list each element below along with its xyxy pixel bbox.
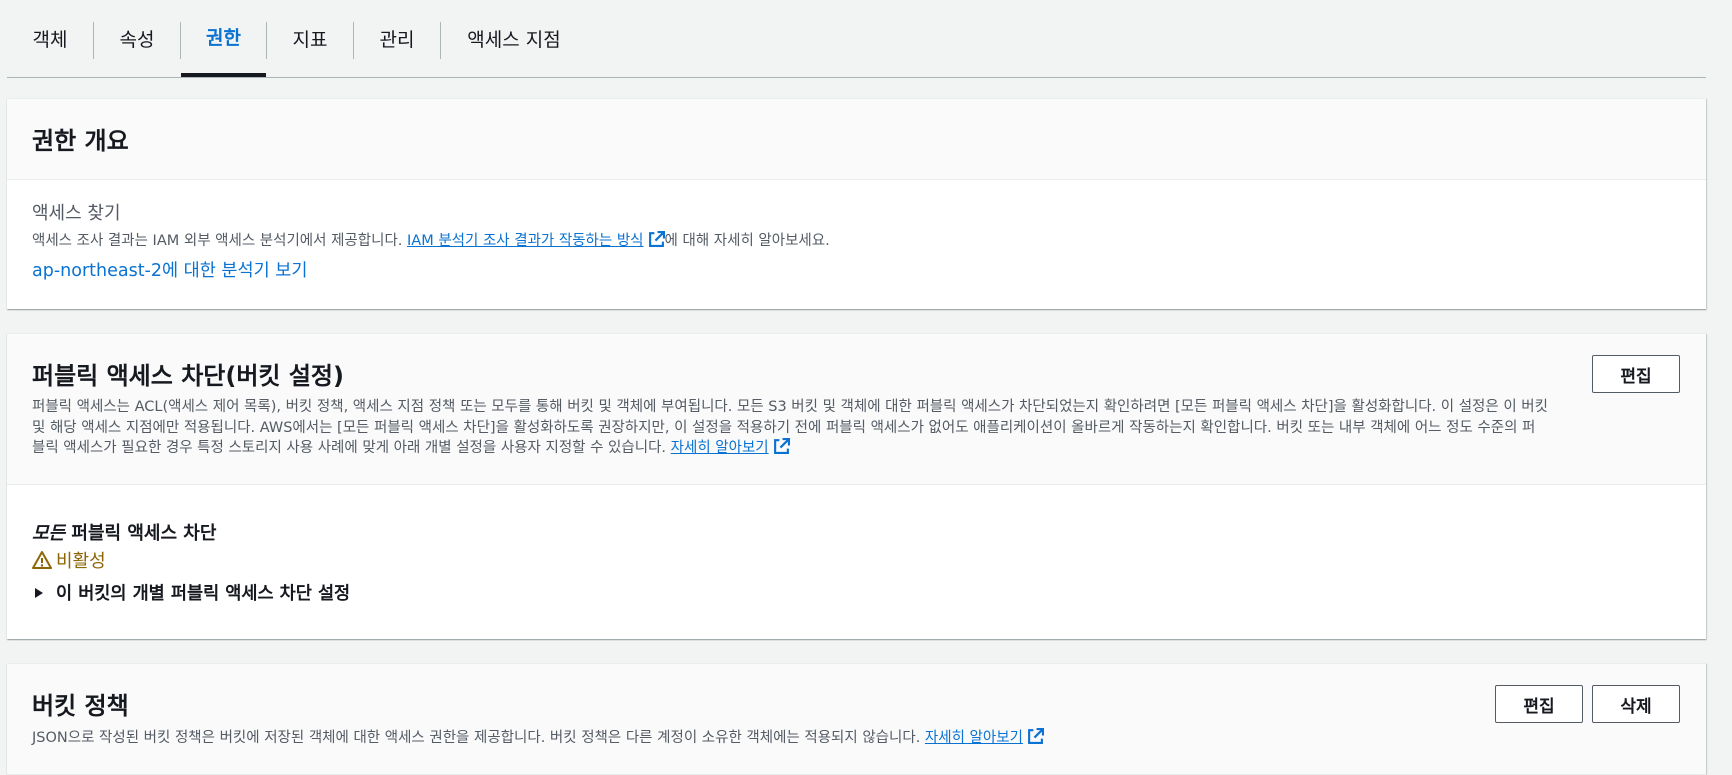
desc-prefix: 액세스 조사 결과는 IAM 외부 액세스 분석기에서 제공합니다. xyxy=(32,233,408,249)
tab-metrics[interactable]: 지표 xyxy=(267,0,353,77)
section-description: 퍼블릭 액세스는 ACL(액세스 제어 목록), 버킷 정책, 액세스 지점 정… xyxy=(32,397,1682,459)
desc-line: 블릭 액세스가 필요한 경우 특정 스토리지 사용 사례에 맞게 아래 개별 설… xyxy=(32,438,1682,459)
desc-line: 퍼블릭 액세스는 ACL(액세스 제어 목록), 버킷 정책, 액세스 지점 정… xyxy=(32,399,1548,415)
section-title: 버킷 정책 xyxy=(32,692,129,720)
card-header: 버킷 정책 편집 삭제 JSON으로 작성된 버킷 정책은 버킷에 저장된 객체… xyxy=(7,664,1706,775)
tab-objects[interactable]: 객체 xyxy=(7,0,93,77)
tab-bar: 객체 속성 권한 지표 관리 액세스 지점 xyxy=(7,0,1706,78)
delete-button[interactable]: 삭제 xyxy=(1592,685,1680,723)
view-analyzer-link[interactable]: ap-northeast-2에 대한 분석기 보기 xyxy=(32,257,308,282)
edit-button[interactable]: 편집 xyxy=(1592,355,1680,393)
tab-management[interactable]: 관리 xyxy=(354,0,440,77)
desc-text: JSON으로 작성된 버킷 정책은 버킷에 저장된 객체에 대한 액세스 권한을… xyxy=(32,730,925,746)
block-public-access-card: 퍼블릭 액세스 차단(버킷 설정) 편집 퍼블릭 액세스는 ACL(액세스 제어… xyxy=(7,333,1706,639)
bucket-policy-card: 버킷 정책 편집 삭제 JSON으로 작성된 버킷 정책은 버킷에 저장된 객체… xyxy=(7,663,1706,775)
desc-suffix: 에 대해 자세히 알아보세요. xyxy=(664,233,830,249)
individual-settings-expander[interactable]: 이 버킷의 개별 퍼블릭 액세스 차단 설정 xyxy=(32,580,350,605)
block-all-label: 모든 퍼블릭 액세스 차단 xyxy=(32,519,216,545)
expander-label: 이 버킷의 개별 퍼블릭 액세스 차단 설정 xyxy=(56,584,351,604)
section-description: JSON으로 작성된 버킷 정책은 버킷에 저장된 객체에 대한 액세스 권한을… xyxy=(32,728,1044,749)
permissions-overview-card: 권한 개요 액세스 찾기 액세스 조사 결과는 IAM 외부 액세스 분석기에서… xyxy=(7,98,1706,309)
section-title: 권한 개요 xyxy=(32,127,129,155)
card-header: 퍼블릭 액세스 차단(버킷 설정) 편집 퍼블릭 액세스는 ACL(액세스 제어… xyxy=(7,334,1706,485)
section-title: 퍼블릭 액세스 차단(버킷 설정) xyxy=(32,362,344,390)
external-link-icon[interactable] xyxy=(648,231,665,248)
tab-properties[interactable]: 속성 xyxy=(94,0,180,77)
desc-line: 및 해당 액세스 지점에만 적용됩니다. AWS에서는 [모든 퍼블릭 액세스 … xyxy=(32,419,1536,436)
desc-text: 블릭 액세스가 필요한 경우 특정 스토리지 사용 사례에 맞게 아래 개별 설… xyxy=(32,440,671,456)
status-text: 비활성 xyxy=(56,551,106,572)
external-link-icon[interactable] xyxy=(1027,728,1044,745)
block-all-text: 퍼블릭 액세스 차단 xyxy=(65,523,217,544)
block-all-emphasis: 모든 xyxy=(32,523,66,544)
warning-icon xyxy=(32,551,52,569)
external-link-icon[interactable] xyxy=(773,438,790,455)
tab-access-points[interactable]: 액세스 지점 xyxy=(441,0,587,77)
caret-right-icon xyxy=(35,587,43,598)
card-header: 권한 개요 xyxy=(7,99,1706,180)
tab-permissions[interactable]: 권한 xyxy=(181,0,266,77)
learn-more-link[interactable]: 자세히 알아보기 xyxy=(925,730,1023,746)
access-finding-description: 액세스 조사 결과는 IAM 외부 액세스 분석기에서 제공합니다. IAM 분… xyxy=(32,231,830,252)
iam-analyzer-link[interactable]: IAM 분석기 조사 결과가 작동하는 방식 xyxy=(407,233,644,249)
access-finding-label: 액세스 찾기 xyxy=(32,203,121,224)
edit-button[interactable]: 편집 xyxy=(1495,685,1583,723)
status-indicator: 비활성 xyxy=(32,547,106,573)
learn-more-link[interactable]: 자세히 알아보기 xyxy=(671,440,769,456)
